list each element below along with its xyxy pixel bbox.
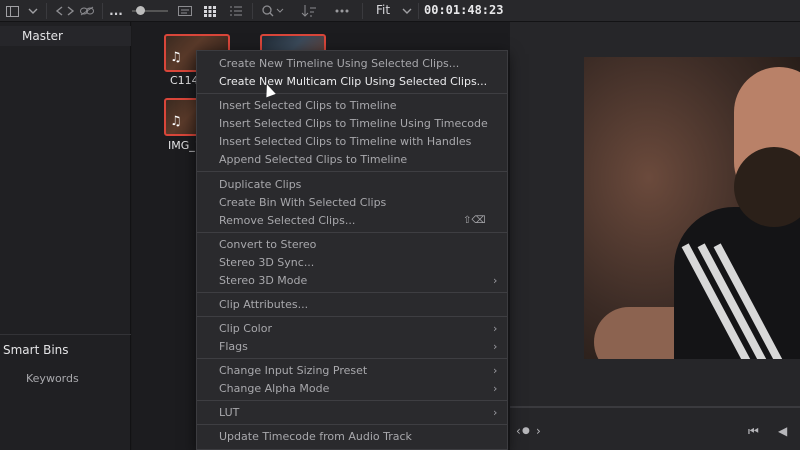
timecode-display: 00:01:48:23 (424, 3, 504, 17)
menu-item-insert-to-timeline[interactable]: Insert Selected Clips to Timeline (219, 99, 397, 112)
menu-item-remove-clips[interactable]: Remove Selected Clips... (219, 214, 355, 227)
toolbar: ... Fit 00:01:48:23 (0, 0, 800, 22)
options-icon[interactable] (332, 0, 352, 22)
menu-separator (197, 358, 507, 359)
smart-bins-heading: Smart Bins (3, 343, 69, 357)
menu-item-create-bin[interactable]: Create Bin With Selected Clips (219, 196, 386, 209)
playhead-dot-icon[interactable]: ● (522, 426, 530, 436)
menu-item-alpha-mode[interactable]: Change Alpha Mode (219, 382, 329, 395)
menu-separator (197, 93, 507, 94)
menu-item-clip-attributes[interactable]: Clip Attributes... (219, 298, 308, 311)
toolbar-divider (252, 3, 253, 19)
submenu-arrow-icon: › (493, 382, 498, 395)
toolbar-divider (362, 3, 363, 19)
search-icon[interactable] (260, 0, 286, 22)
bin-list-panel: Master Smart Bins Keywords (0, 22, 131, 450)
video-frame (584, 57, 800, 359)
toolbar-divider (418, 3, 419, 19)
jog-bar[interactable] (510, 406, 800, 408)
chevron-down-icon[interactable] (26, 0, 40, 22)
menu-item-lut[interactable]: LUT (219, 406, 239, 419)
menu-item-create-multicam[interactable]: Create New Multicam Clip Using Selected … (219, 75, 487, 88)
jump-to-start-icon[interactable]: ⏮ (748, 424, 759, 439)
menu-separator (197, 232, 507, 233)
panel-toggle-icon[interactable] (4, 0, 20, 22)
menu-item-convert-to-stereo[interactable]: Convert to Stereo (219, 238, 316, 251)
chevron-left-icon[interactable]: ‹ (516, 424, 521, 438)
context-menu: Create New Timeline Using Selected Clips… (196, 50, 508, 450)
forward-icon[interactable] (64, 0, 78, 22)
toolbar-divider (46, 3, 47, 19)
master-bin-label: Master (22, 29, 63, 43)
menu-separator (197, 292, 507, 293)
menu-item-update-timecode-audio[interactable]: Update Timecode from Audio Track (219, 430, 412, 443)
more-button[interactable]: ... (108, 0, 124, 22)
zoom-fit-dropdown[interactable]: Fit (376, 3, 390, 17)
menu-separator (197, 400, 507, 401)
menu-item-clip-color[interactable]: Clip Color (219, 322, 272, 335)
menu-separator (197, 424, 507, 425)
list-view-icon[interactable] (228, 0, 244, 22)
submenu-arrow-icon: › (493, 364, 498, 377)
remove-shortcut-label: ⇧⌫ (463, 215, 486, 226)
metadata-view-icon[interactable] (176, 0, 194, 22)
submenu-arrow-icon: › (493, 406, 498, 419)
menu-item-stereo-3d-mode[interactable]: Stereo 3D Mode (219, 274, 307, 287)
clip-label: C114 (170, 74, 199, 87)
chevron-right-icon[interactable]: › (536, 424, 541, 438)
submenu-arrow-icon: › (493, 274, 498, 287)
smart-bin-keywords[interactable]: Keywords (26, 372, 79, 385)
divider (0, 334, 131, 335)
thumbnail-view-icon[interactable] (202, 0, 218, 22)
menu-item-append-to-timeline[interactable]: Append Selected Clips to Timeline (219, 153, 407, 166)
menu-item-flags[interactable]: Flags (219, 340, 248, 353)
menu-separator (197, 171, 507, 172)
link-icon[interactable] (78, 0, 96, 22)
menu-item-insert-using-timecode[interactable]: Insert Selected Clips to Timeline Using … (219, 117, 488, 130)
audio-video-clip-icon: ♫ (170, 114, 182, 129)
menu-item-create-timeline[interactable]: Create New Timeline Using Selected Clips… (219, 57, 459, 70)
toolbar-divider (102, 3, 103, 19)
menu-item-input-sizing-preset[interactable]: Change Input Sizing Preset (219, 364, 367, 377)
menu-item-insert-with-handles[interactable]: Insert Selected Clips to Timeline with H… (219, 135, 471, 148)
menu-item-stereo-3d-sync[interactable]: Stereo 3D Sync... (219, 256, 314, 269)
submenu-arrow-icon: › (493, 322, 498, 335)
zoom-slider-handle[interactable] (136, 6, 145, 15)
play-reverse-icon[interactable]: ◀ (778, 424, 787, 438)
master-bin[interactable]: Master (0, 26, 131, 46)
chevron-down-icon[interactable] (400, 0, 414, 22)
menu-separator (197, 316, 507, 317)
audio-video-clip-icon: ♫ (170, 50, 182, 65)
submenu-arrow-icon: › (493, 340, 498, 353)
sort-icon[interactable] (298, 0, 320, 22)
menu-item-duplicate-clips[interactable]: Duplicate Clips (219, 178, 301, 191)
